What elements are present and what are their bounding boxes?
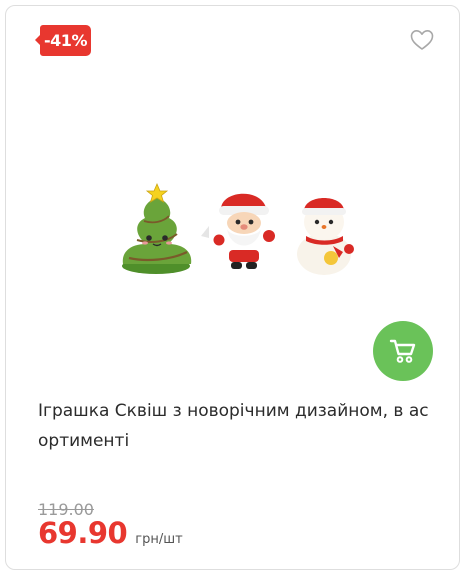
price-row: 69.90 грн/шт xyxy=(38,516,183,556)
product-image[interactable] xyxy=(111,166,361,286)
cart-icon xyxy=(389,339,416,363)
product-title[interactable]: Іграшка Сквіш з новорічним дизайном, в а… xyxy=(38,396,438,456)
tree-toy-figure xyxy=(122,182,192,274)
current-price: 69.90 xyxy=(38,516,128,550)
add-to-cart-button[interactable] xyxy=(373,321,433,381)
price-unit: грн/шт xyxy=(135,532,183,547)
product-card[interactable]: -41% Іграшка Сквіш з новорічним дизайном… xyxy=(5,5,460,570)
snowman-toy-figure xyxy=(297,198,354,275)
favorite-button[interactable] xyxy=(409,28,435,52)
santa-toy-figure xyxy=(201,193,275,269)
discount-label: -41% xyxy=(44,31,87,50)
discount-badge: -41% xyxy=(35,25,91,56)
heart-outline-icon xyxy=(410,30,434,50)
